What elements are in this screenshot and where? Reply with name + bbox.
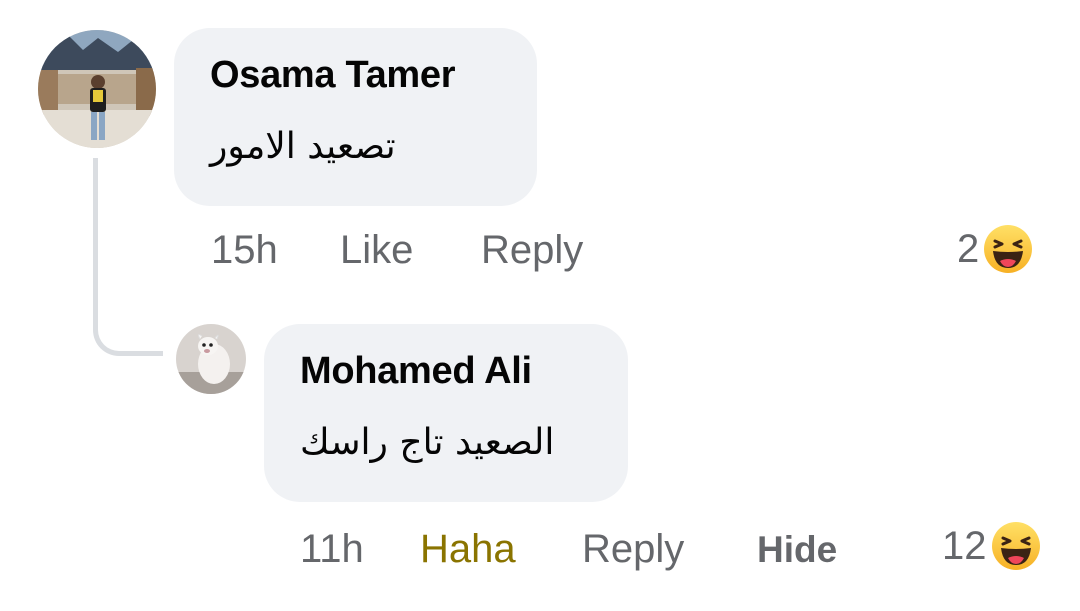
comment-author-name[interactable]: Osama Tamer xyxy=(210,54,456,97)
reaction-count: 12 xyxy=(942,523,987,568)
haha-icon xyxy=(984,225,1033,273)
reply-button[interactable]: Reply xyxy=(481,228,583,273)
haha-icon xyxy=(991,522,1040,570)
haha-reaction-button[interactable]: Haha xyxy=(420,527,516,572)
reaction-summary[interactable]: 2 xyxy=(957,224,1033,274)
comment-text: الصعيد تاج راسك xyxy=(300,422,555,463)
avatar-photo-icon xyxy=(176,324,246,394)
reply-button[interactable]: Reply xyxy=(582,527,684,572)
comment-bubble-osama-tamer: Osama Tamer تصعيد الامور xyxy=(174,28,537,206)
comment-timestamp: 15h xyxy=(211,228,278,272)
thread-connector-line xyxy=(93,158,163,356)
hide-button[interactable]: Hide xyxy=(757,529,837,571)
comment-text: تصعيد الامور xyxy=(210,126,396,167)
comment-timestamp: 11h xyxy=(300,527,364,571)
avatar-photo-icon xyxy=(38,30,156,148)
comment-author-name[interactable]: Mohamed Ali xyxy=(300,350,532,393)
reaction-summary[interactable]: 12 xyxy=(942,521,1041,571)
avatar-osama-tamer[interactable] xyxy=(38,30,156,148)
comment-bubble-mohamed-ali: Mohamed Ali الصعيد تاج راسك xyxy=(264,324,628,502)
reaction-count: 2 xyxy=(957,226,980,271)
avatar-mohamed-ali[interactable] xyxy=(176,324,246,394)
like-button[interactable]: Like xyxy=(340,228,413,273)
